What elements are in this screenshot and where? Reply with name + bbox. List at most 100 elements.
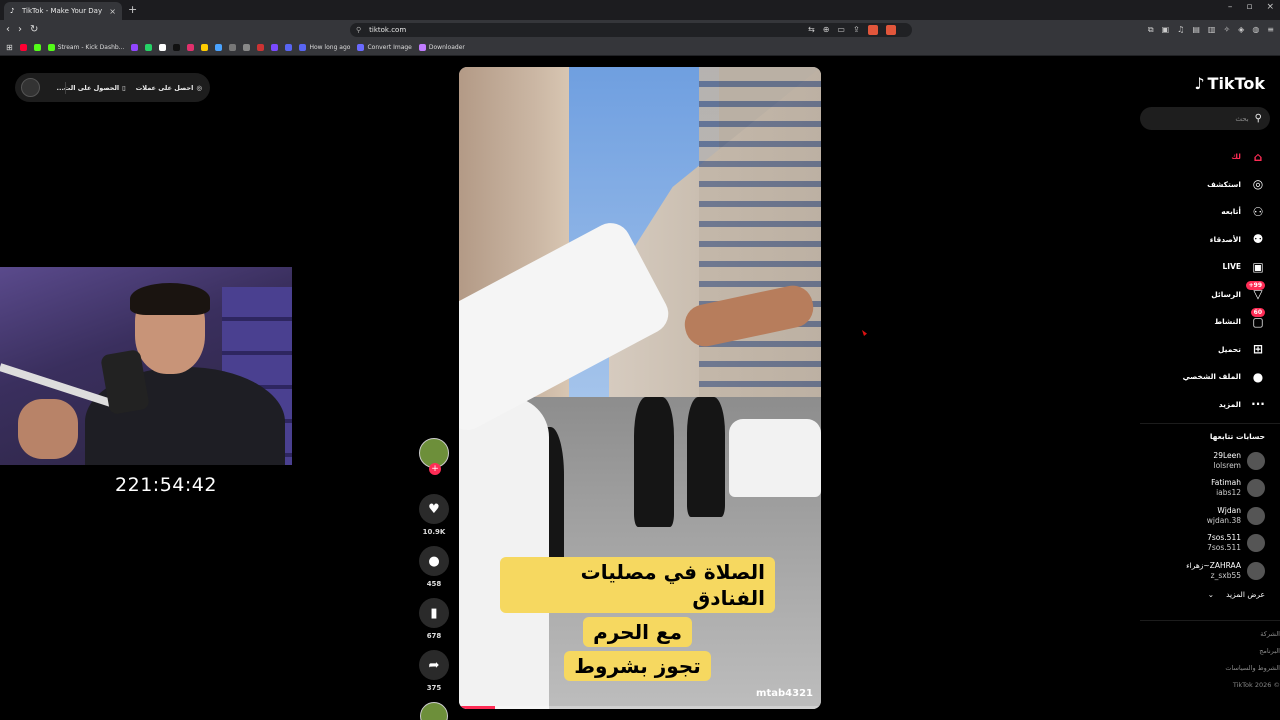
bookmark-item[interactable]: Downloader bbox=[418, 44, 465, 51]
bookmark-item[interactable] bbox=[33, 44, 41, 51]
follow-plus-icon[interactable]: + bbox=[429, 463, 441, 475]
get-app-button[interactable]: ▯ الحصول على الت... bbox=[57, 84, 126, 92]
tiktok-logo[interactable]: ♪ TikTok bbox=[1194, 74, 1265, 93]
bookmark-favicon-icon bbox=[229, 44, 237, 51]
share-button[interactable]: ➦ bbox=[419, 650, 449, 680]
apps-icon[interactable]: ⊞ bbox=[6, 43, 13, 52]
brave-rewards-icon[interactable] bbox=[885, 25, 896, 35]
sidebar-item-user-plus[interactable]: ⚇ أتابعه bbox=[1145, 198, 1265, 226]
sidebar-item-label: تحميل bbox=[1217, 344, 1241, 354]
footer-company-link[interactable]: الشركة bbox=[1225, 629, 1280, 639]
sidebar-item-profile[interactable]: ● الملف الشخصي bbox=[1145, 363, 1265, 391]
address-bar-row: ‹ › ↻ ⚲ tiktok.com ⇆ ⊕ ▭ ⇪ ⧉ ▣ ♫ ▤ ▥ ✧ ◈… bbox=[0, 20, 1280, 40]
bookmark-item[interactable] bbox=[131, 44, 139, 51]
close-window-button[interactable]: × bbox=[1266, 2, 1274, 12]
sidebar-item-home[interactable]: ⌂ لك bbox=[1145, 143, 1265, 171]
following-item[interactable]: 29Leen lolsrem bbox=[1145, 447, 1265, 475]
cast-icon[interactable]: ▭ bbox=[837, 25, 845, 35]
bookmark-favicon-icon bbox=[299, 44, 307, 51]
get-coins-label: احصل على عملات bbox=[135, 83, 194, 92]
sidebar-item-upload[interactable]: ⊞ تحميل bbox=[1145, 336, 1265, 364]
bookmark-item[interactable] bbox=[19, 44, 27, 51]
wallet-icon[interactable]: ◈ bbox=[1238, 25, 1244, 35]
bookmark-item[interactable] bbox=[229, 44, 237, 51]
sidebar-item-friends[interactable]: ⚉ الأصدقاء bbox=[1145, 226, 1265, 254]
footer-program-link[interactable]: البرنامج bbox=[1225, 646, 1280, 656]
brave-shield-icon[interactable] bbox=[867, 25, 878, 35]
bookmark-item[interactable] bbox=[271, 44, 279, 51]
minimize-button[interactable]: – bbox=[1228, 2, 1233, 12]
see-more-button[interactable]: عرض المزيد ⌄ bbox=[1208, 590, 1265, 599]
avatar[interactable] bbox=[21, 78, 40, 97]
sidebar-item-compass[interactable]: ◎ استكشف bbox=[1145, 171, 1265, 199]
pill-divider bbox=[65, 82, 66, 94]
site-info-icon[interactable]: ⚲ bbox=[356, 26, 361, 34]
following-item[interactable]: Fatimah iabs12 bbox=[1145, 475, 1265, 503]
sidebar-icon[interactable]: ▤ bbox=[1192, 25, 1200, 35]
maximize-button[interactable]: ▫ bbox=[1246, 2, 1252, 12]
sidebar-item-more[interactable]: ··· المزيد bbox=[1145, 391, 1265, 419]
puzzle-icon[interactable]: ✧ bbox=[1223, 25, 1230, 35]
search-icon[interactable]: ⚲ bbox=[1255, 113, 1262, 124]
sidebar-item-label: أتابعه bbox=[1221, 207, 1241, 217]
heart-icon: ♥ bbox=[428, 501, 440, 517]
video-player[interactable]: الصلاة في مصليات الفنادق مع الحرم تجوز ب… bbox=[459, 67, 821, 709]
reload-icon[interactable]: ↻ bbox=[30, 24, 38, 35]
video-building-facade bbox=[699, 67, 821, 447]
bookmark-item[interactable] bbox=[173, 44, 181, 51]
bookmark-item[interactable] bbox=[145, 44, 153, 51]
bookmark-item[interactable] bbox=[285, 44, 293, 51]
video-progress-fill bbox=[459, 706, 496, 709]
user-plus-icon: ⚇ bbox=[1252, 204, 1264, 219]
comment-button[interactable]: ● bbox=[419, 546, 449, 576]
sidebar-item-messages[interactable]: ▽ 99+ الرسائل bbox=[1145, 280, 1265, 309]
bookmark-item[interactable]: Convert Image bbox=[357, 44, 412, 51]
search-input[interactable]: ⚲ بحث bbox=[1140, 107, 1270, 130]
bookmark-item[interactable] bbox=[159, 44, 167, 51]
footer-terms-link[interactable]: الشروط والسياسات bbox=[1225, 663, 1280, 673]
zoom-icon[interactable]: ⊕ bbox=[823, 25, 830, 35]
sidebar-item-live[interactable]: ▣ LIVE bbox=[1145, 253, 1265, 281]
following-item[interactable]: Wjdan wjdan.38 bbox=[1145, 502, 1265, 530]
bookmark-item[interactable] bbox=[257, 44, 265, 51]
screenshot-icon[interactable]: ▣ bbox=[1162, 25, 1170, 35]
like-count: 10.9K bbox=[422, 528, 446, 536]
bookmark-item[interactable] bbox=[243, 44, 251, 51]
bookmark-icon: ▮ bbox=[430, 605, 438, 621]
vpn-icon[interactable]: ◍ bbox=[1252, 25, 1259, 35]
forward-icon[interactable]: › bbox=[18, 24, 22, 35]
comment-count: 458 bbox=[426, 580, 442, 588]
sidebar-item-label: النشاط bbox=[1214, 317, 1241, 327]
following-item[interactable]: ZAHRAA~زهراء z_sxb55 bbox=[1145, 557, 1265, 585]
following-names: 7sos.511 7sos.511 bbox=[1207, 533, 1241, 553]
like-button[interactable]: ♥ bbox=[419, 494, 449, 524]
tab-close-icon[interactable]: × bbox=[109, 7, 116, 16]
webcam-overlay bbox=[0, 267, 292, 465]
bookmark-item[interactable]: How long ago bbox=[299, 44, 350, 51]
extension-icon[interactable]: ⧉ bbox=[1148, 25, 1154, 35]
new-tab-button[interactable]: + bbox=[128, 3, 137, 16]
creator-avatar[interactable]: + bbox=[419, 438, 449, 475]
share-icon[interactable]: ⇪ bbox=[853, 25, 860, 35]
music-icon[interactable]: ♫ bbox=[1177, 25, 1184, 35]
browser-tab[interactable]: ♪ TikTok - Make Your Day × bbox=[4, 2, 122, 20]
bookmark-item[interactable] bbox=[215, 44, 223, 51]
avatar bbox=[1247, 479, 1265, 498]
following-item[interactable]: 7sos.511 7sos.511 bbox=[1145, 530, 1265, 558]
search-placeholder: بحث bbox=[1235, 114, 1249, 123]
back-icon[interactable]: ‹ bbox=[6, 24, 10, 35]
bookmark-item[interactable] bbox=[187, 44, 195, 51]
get-coins-button[interactable]: ◎ احصل على عملات bbox=[136, 84, 202, 92]
following-list: 29Leen lolsrem Fatimah iabs12 Wjdan wjdan.38 7… bbox=[1145, 447, 1265, 585]
bookmark-item[interactable] bbox=[201, 44, 209, 51]
bookmark-item[interactable]: Stream - Kick Dashb... bbox=[47, 44, 124, 51]
save-button[interactable]: ▮ bbox=[419, 598, 449, 628]
sidebar-item-activity[interactable]: ▢ 60 النشاط bbox=[1145, 308, 1265, 336]
following-name: ZAHRAA~زهراء bbox=[1186, 560, 1241, 570]
menu-icon[interactable]: ≡ bbox=[1267, 25, 1274, 35]
reading-list-icon[interactable]: ▥ bbox=[1208, 25, 1216, 35]
profile-icon: ● bbox=[1252, 369, 1264, 384]
music-disc-icon[interactable] bbox=[420, 702, 448, 720]
translate-icon[interactable]: ⇆ bbox=[808, 25, 815, 35]
video-progress-bar[interactable] bbox=[459, 706, 821, 709]
